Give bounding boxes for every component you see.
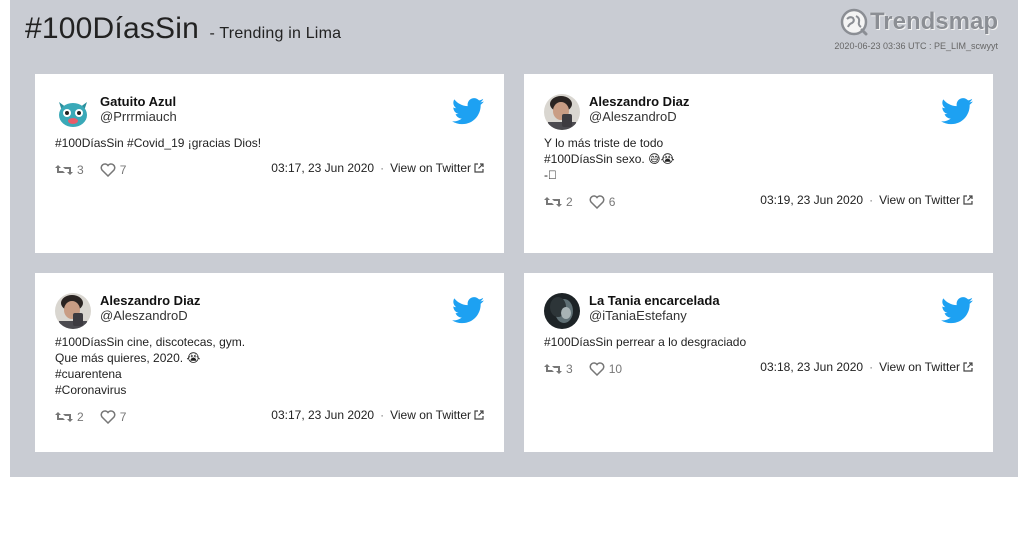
tweet-text: Y lo más triste de todo #100DíasSin sexo… — [544, 135, 964, 183]
retweet-count: 3 — [77, 163, 84, 177]
separator-dot: · — [380, 161, 385, 175]
retweet-button[interactable]: 3 — [544, 362, 573, 376]
trendsmap-globe-icon — [840, 8, 868, 36]
tweet-card: Aleszandro Diaz @AleszandroD #100DíasSin… — [35, 273, 504, 452]
separator-dot: · — [869, 360, 874, 374]
heart-icon — [100, 410, 116, 424]
tweet-text: #100DíasSin perrear a lo desgraciado — [544, 334, 964, 350]
user-handle[interactable]: @AleszandroD — [589, 109, 677, 124]
like-count: 6 — [608, 195, 616, 209]
tweet-meta: 03:17, 23 Jun 2020 · View on Twitter — [271, 160, 484, 176]
tweet-line: #cuarentena — [55, 367, 122, 381]
view-on-twitter-label: View on Twitter — [390, 161, 471, 175]
tweet-line: #100DíasSin sexo. 😅😭 — [544, 152, 675, 166]
retweet-count: 3 — [566, 362, 573, 376]
retweet-count: 2 — [566, 195, 573, 209]
user-name[interactable]: Aleszandro Diaz — [100, 293, 200, 308]
user-handle[interactable]: @iTaniaEstefany — [589, 308, 687, 323]
heart-icon — [589, 195, 605, 209]
user-handle[interactable]: @AleszandroD — [100, 308, 188, 323]
tweet-actions: 3 7 — [55, 162, 126, 178]
like-count: 7 — [119, 163, 127, 177]
like-button[interactable]: 6 — [589, 195, 616, 209]
tweet-line: #100DíasSin cine, discotecas, gym. — [55, 335, 246, 349]
like-button[interactable]: 7 — [100, 163, 127, 177]
view-on-twitter-link[interactable]: View on Twitter — [879, 193, 973, 207]
tweet-meta: 03:17, 23 Jun 2020 · View on Twitter — [271, 407, 484, 423]
tweet-line: #100DíasSin #Covid_19 ¡gracias Dios! — [55, 136, 262, 150]
retweet-button[interactable]: 2 — [544, 195, 573, 209]
external-link-icon — [474, 163, 484, 173]
avatar[interactable] — [544, 94, 580, 130]
avatar[interactable] — [55, 94, 91, 130]
retweet-icon — [55, 412, 73, 422]
retweet-count: 2 — [77, 410, 84, 424]
external-link-icon — [963, 195, 973, 205]
retweet-icon — [544, 364, 562, 374]
tweet-actions: 3 10 — [544, 361, 622, 377]
user-photo-avatar-icon — [544, 94, 580, 130]
cat-avatar-icon — [55, 94, 91, 130]
user-name[interactable]: Aleszandro Diaz — [589, 94, 689, 109]
avatar[interactable] — [55, 293, 91, 329]
tweet-time[interactable]: 03:17, 23 Jun 2020 — [271, 161, 374, 175]
view-on-twitter-label: View on Twitter — [879, 360, 960, 374]
heart-icon — [100, 163, 116, 177]
user-photo-avatar-icon — [55, 293, 91, 329]
view-on-twitter-label: View on Twitter — [390, 408, 471, 422]
tweet-text: #100DíasSin cine, discotecas, gym. Que m… — [55, 334, 475, 398]
view-on-twitter-link[interactable]: View on Twitter — [879, 360, 973, 374]
twitter-bird-icon[interactable] — [941, 98, 973, 125]
tweet-actions: 2 7 — [55, 409, 126, 425]
tweet-meta: 03:19, 23 Jun 2020 · View on Twitter — [760, 192, 973, 208]
user-handle[interactable]: @Prrrmiauch — [100, 109, 177, 124]
tweet-card: Aleszandro Diaz @AleszandroD Y lo más tr… — [524, 74, 993, 253]
tweet-actions: 2 6 — [544, 194, 615, 210]
tweet-card: Gatuito Azul @Prrrmiauch #100DíasSin #Co… — [35, 74, 504, 253]
twitter-bird-icon[interactable] — [941, 297, 973, 324]
twitter-bird-icon[interactable] — [452, 98, 484, 125]
hashtag-title[interactable]: #100DíasSin — [25, 12, 199, 45]
external-link-icon — [474, 410, 484, 420]
view-on-twitter-link[interactable]: View on Twitter — [390, 408, 484, 422]
tweet-line: Y lo más triste de todo — [544, 136, 664, 150]
retweet-icon — [544, 197, 562, 207]
heart-icon — [589, 362, 605, 376]
tweet-line: Que más quieres, 2020. 😭 — [55, 351, 201, 365]
brand-name: Trendsmap — [869, 8, 998, 35]
trending-location: - Trending in Lima — [209, 25, 342, 42]
tweet-line: #Coronavirus — [55, 383, 127, 397]
view-on-twitter-label: View on Twitter — [879, 193, 960, 207]
like-count: 10 — [608, 362, 623, 376]
tweet-time[interactable]: 03:19, 23 Jun 2020 — [760, 193, 863, 207]
twitter-bird-icon[interactable] — [452, 297, 484, 324]
tweet-text: #100DíasSin #Covid_19 ¡gracias Dios! — [55, 135, 475, 151]
tweet-time[interactable]: 03:18, 23 Jun 2020 — [760, 360, 863, 374]
retweet-button[interactable]: 2 — [55, 410, 84, 424]
external-link-icon — [963, 362, 973, 372]
retweet-icon — [55, 165, 73, 175]
page-title: #100DíasSin - Trending in Lima — [25, 12, 341, 46]
tweet-time[interactable]: 03:17, 23 Jun 2020 — [271, 408, 374, 422]
separator-dot: · — [869, 193, 874, 207]
user-photo-avatar-icon — [544, 293, 580, 329]
trendsmap-logo[interactable]: Trendsmap — [840, 6, 998, 38]
view-on-twitter-link[interactable]: View on Twitter — [390, 161, 484, 175]
separator-dot: · — [380, 408, 385, 422]
tweet-line: -🏻 — [544, 168, 557, 182]
like-button[interactable]: 10 — [589, 362, 622, 376]
tweet-line: #100DíasSin perrear a lo desgraciado — [544, 335, 747, 349]
timestamp-meta: 2020-06-23 03:36 UTC : PE_LIM_scwyyt — [834, 41, 998, 51]
retweet-button[interactable]: 3 — [55, 163, 84, 177]
user-name[interactable]: Gatuito Azul — [100, 94, 176, 109]
like-button[interactable]: 7 — [100, 410, 127, 424]
tweet-meta: 03:18, 23 Jun 2020 · View on Twitter — [760, 359, 973, 375]
user-name[interactable]: La Tania encarcelada — [589, 293, 720, 308]
avatar[interactable] — [544, 293, 580, 329]
like-count: 7 — [119, 410, 127, 424]
tweet-card: La Tania encarcelada @iTaniaEstefany #10… — [524, 273, 993, 452]
